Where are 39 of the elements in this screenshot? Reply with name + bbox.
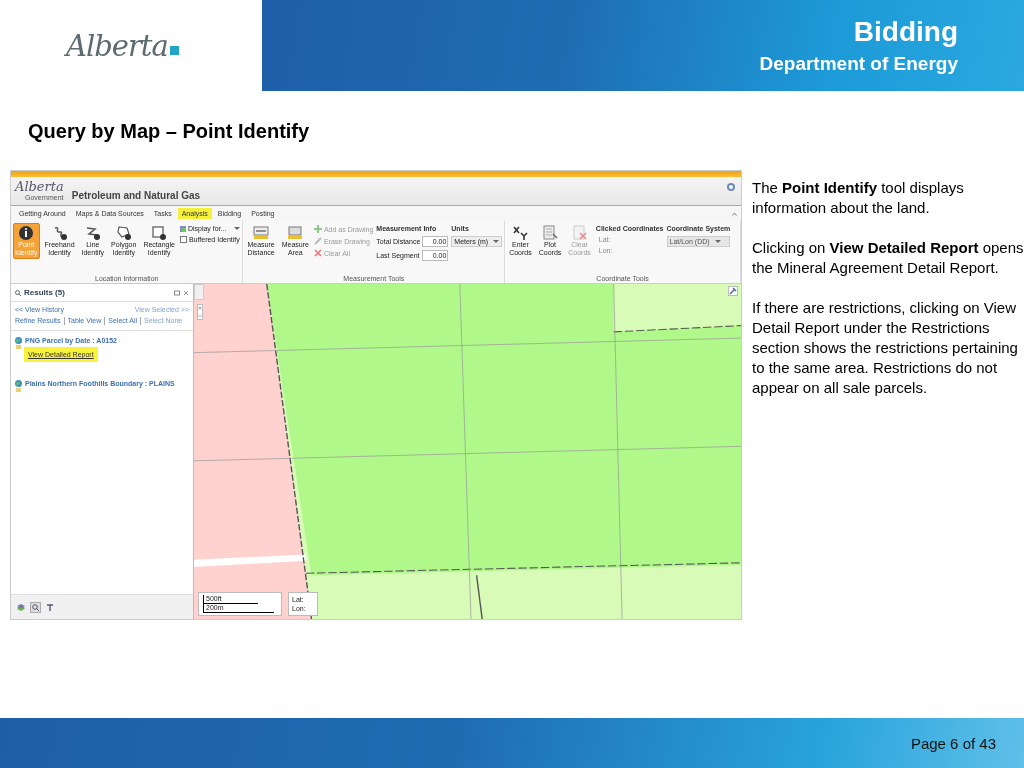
close-icon [313, 249, 322, 257]
app-logo: Alberta [15, 180, 64, 194]
polygon-icon [115, 225, 132, 241]
app-title: Petroleum and Natural Gas [71, 190, 201, 201]
logo-square-icon [169, 46, 179, 55]
note-paragraph: Clicking on View Detailed Report opens the Mineral Agreement Detail Report. [752, 238, 1024, 278]
layers-icon [179, 225, 186, 232]
globe-icon [15, 380, 22, 387]
panel-toggle-button[interactable] [194, 284, 204, 300]
panel-title: Results (5) [24, 288, 65, 297]
plus-icon [313, 225, 322, 233]
collapse-icon[interactable] [732, 211, 737, 216]
checkbox[interactable] [179, 236, 187, 243]
square-icon [151, 225, 168, 241]
close-icon[interactable] [183, 289, 189, 296]
area-icon [287, 225, 304, 241]
note-paragraph: The Point Identify tool displays information about the land. [752, 178, 965, 218]
clear-icon [571, 225, 588, 241]
help-icon[interactable] [727, 182, 735, 191]
page-number: Page 6 of 43 [910, 734, 996, 752]
minimize-icon[interactable] [174, 289, 180, 296]
layers-icon[interactable] [17, 603, 25, 611]
slide-header-title: Bidding [853, 15, 958, 48]
globe-icon [15, 337, 22, 344]
logo-wordmark: Alberta [66, 28, 168, 63]
xy-icon [512, 225, 529, 241]
note-paragraph: If there are restrictions, clicking on View Detail Report under the Restrictions section shows the restrictions pertaining to the same area. Restrictions do not appear on all sale parcels. [752, 298, 1019, 398]
slide-title: Query by Map – Point Identify [28, 120, 310, 142]
document-icon [542, 225, 558, 241]
magnifier-icon [32, 603, 39, 611]
zigzag-icon [84, 225, 101, 241]
info-icon [18, 225, 35, 241]
pencil-icon [313, 237, 322, 245]
identify-tool-button[interactable] [30, 601, 41, 613]
search-icon [15, 289, 21, 296]
zoom-control-icon[interactable] [197, 304, 203, 320]
slide-header-subtitle: Department of Energy [759, 51, 958, 76]
ruler-icon [253, 225, 270, 241]
wrench-icon[interactable] [728, 286, 738, 296]
